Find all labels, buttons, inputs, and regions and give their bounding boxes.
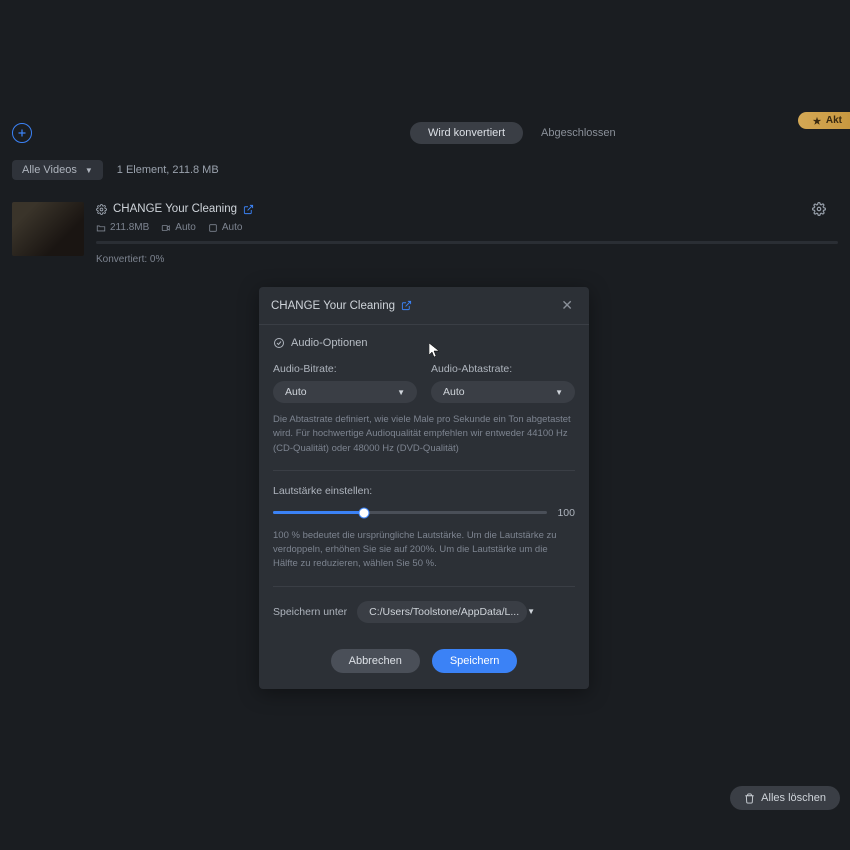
chevron-down-icon: ▼ [397,388,405,397]
tab-converting[interactable]: Wird konvertiert [410,122,523,144]
gear-icon [96,204,107,215]
folder-icon [96,223,106,233]
chevron-down-icon: ▼ [527,607,535,616]
bitrate-select[interactable]: Auto ▼ [273,381,417,403]
save-path-label: Speichern unter [273,606,347,618]
audio-icon [208,223,218,233]
slider-thumb[interactable] [358,507,369,518]
progress-bar [96,241,838,244]
item-settings-button[interactable] [812,202,826,216]
progress-text: Konvertiert: 0% [96,254,838,265]
dialog-title: CHANGE Your Cleaning [271,300,395,312]
samplerate-help: Die Abtastrate definiert, wie viele Male… [273,413,575,456]
audio-options-dialog: CHANGE Your Cleaning ✕ Audio-Optionen Au… [259,287,589,689]
file-size: 211.8MB [96,222,149,233]
header-row: Wird konvertiert Abgeschlossen [0,116,850,150]
section-header: Audio-Optionen [273,337,575,349]
item-title: CHANGE Your Cleaning [113,203,237,215]
activate-badge[interactable]: Akt [798,112,850,129]
close-button[interactable]: ✕ [557,297,577,314]
check-circle-icon [273,337,285,349]
bitrate-label: Audio-Bitrate: [273,363,417,375]
chevron-down-icon: ▼ [555,388,563,397]
divider [273,470,575,471]
divider [273,586,575,587]
external-link-icon[interactable] [243,204,254,215]
external-link-icon[interactable] [401,300,412,311]
samplerate-label: Audio-Abtastrate: [431,363,575,375]
video-format: Auto [161,222,196,233]
audio-format: Auto [208,222,243,233]
save-button[interactable]: Speichern [432,649,518,673]
filter-label: Alle Videos [22,164,77,176]
conversion-item: CHANGE Your Cleaning 211.8MB Auto Auto K… [0,194,850,273]
volume-help: 100 % bedeutet die ursprüngliche Lautstä… [273,529,575,572]
activate-badge-label: Akt [826,115,842,126]
volume-slider[interactable] [273,511,547,514]
samplerate-select[interactable]: Auto ▼ [431,381,575,403]
cancel-button[interactable]: Abbrechen [331,649,420,673]
filter-dropdown[interactable]: Alle Videos ▼ [12,160,103,180]
tabs: Wird konvertiert Abgeschlossen [410,122,634,144]
filter-row: Alle Videos ▼ 1 Element, 211.8 MB [0,154,850,186]
chevron-down-icon: ▼ [85,166,93,175]
filter-info: 1 Element, 211.8 MB [117,164,219,176]
video-thumbnail[interactable] [12,202,84,256]
volume-label: Lautstärke einstellen: [273,485,575,497]
save-path-select[interactable]: C:/Users/Toolstone/AppData/L... ▼ [357,601,527,623]
trash-icon [744,793,755,804]
video-icon [161,223,171,233]
clear-all-button[interactable]: Alles löschen [730,786,840,810]
tab-completed[interactable]: Abgeschlossen [523,122,634,144]
add-button[interactable] [12,123,32,143]
volume-max: 100 [557,507,575,519]
